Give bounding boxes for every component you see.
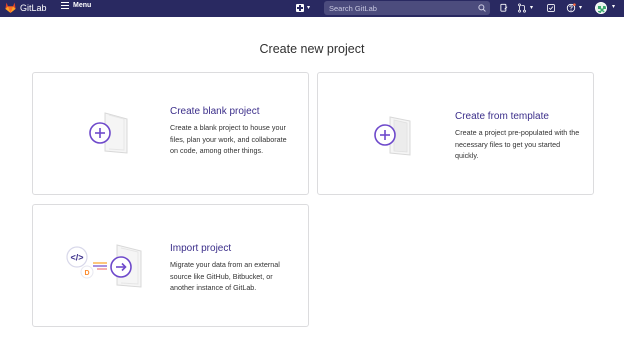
help-icon [566,3,576,13]
menu-icon [61,2,69,9]
svg-text:</>: </> [70,253,83,263]
merge-requests-nav[interactable]: ▾ [517,2,533,14]
top-navbar: GitLab Menu ▾ Search GitLab ▾ ▾ ▾ [0,0,624,17]
issues-icon [500,3,508,12]
chevron-down-icon: ▾ [307,5,311,11]
todo-icon [547,4,555,12]
plus-square-icon [296,4,304,12]
search-placeholder: Search GitLab [329,3,377,13]
chevron-down-icon: ▾ [530,5,534,11]
import-project-card[interactable]: </> D Import project Migrate your data f… [32,204,309,327]
create-blank-project-card[interactable]: Create blank project Create a blank proj… [32,72,309,195]
search-icon[interactable] [477,3,487,13]
help-nav[interactable]: ▾ [566,2,582,14]
card-heading: Create from template [455,111,549,122]
card-description: Create a project pre-populated with the … [455,128,580,160]
gitlab-home-link[interactable]: GitLab [4,1,47,14]
merge-requests-icon [518,3,526,13]
chevron-down-icon: ▾ [612,4,616,10]
search-input[interactable]: Search GitLab [324,1,490,15]
import-illustration-icon: </> D [66,244,142,288]
new-item-dropdown[interactable]: ▾ [296,2,318,14]
avatar[interactable] [595,2,607,14]
chevron-down-icon: ▾ [579,5,583,11]
card-description: Create a blank project to house your fil… [170,123,287,155]
avatar-identicon [598,6,606,13]
card-heading: Create blank project [170,106,260,117]
brand-name: GitLab [20,2,47,13]
template-illustration-icon [374,116,411,156]
svg-text:D: D [84,270,89,277]
menu-button[interactable]: Menu [61,2,91,9]
create-from-template-card[interactable]: Create from template Create a project pr… [317,72,594,195]
menu-label: Menu [73,2,92,9]
issues-nav[interactable] [499,2,509,14]
card-description: Migrate your data from an external sourc… [170,260,280,292]
todos-nav[interactable] [546,2,556,14]
card-heading: Import project [170,243,232,254]
blank-project-illustration-icon [89,112,128,154]
page-title: Create new project [259,42,365,56]
gitlab-logo-icon [5,2,16,13]
